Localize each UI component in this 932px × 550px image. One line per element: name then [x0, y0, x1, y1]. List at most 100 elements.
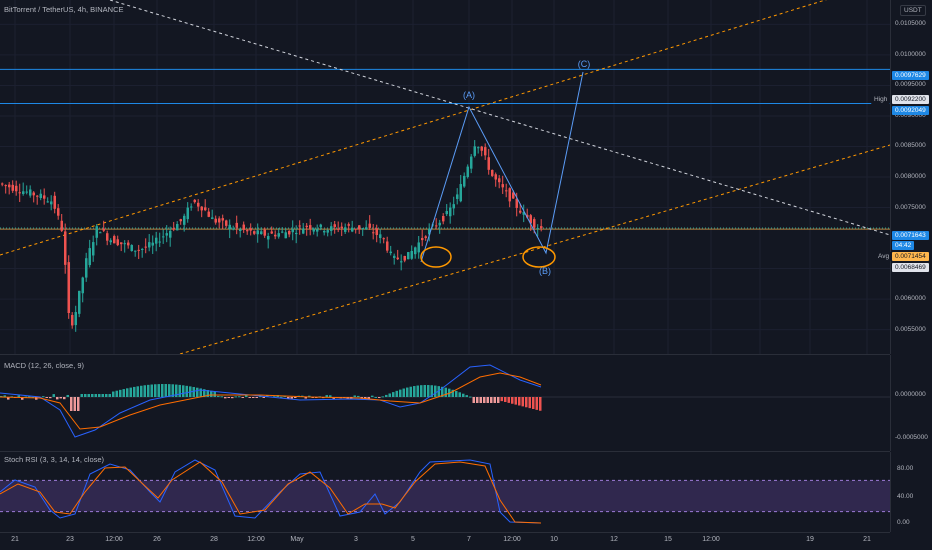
- price-chart-pane[interactable]: BitTorrent / TetherUS, 4h, BINANCE (A) (…: [0, 0, 890, 355]
- candle-body: [407, 252, 410, 260]
- currency-selector[interactable]: USDT: [900, 5, 926, 16]
- price-chart-canvas[interactable]: [0, 0, 890, 354]
- rsi-scale-label: 40.00: [897, 493, 914, 500]
- candle-body: [8, 184, 11, 188]
- macd-histogram-bar: [98, 394, 101, 397]
- macd-histogram-bar: [56, 397, 59, 400]
- candle-body: [330, 226, 333, 231]
- candle-body: [459, 184, 462, 202]
- candle-body: [463, 175, 466, 187]
- macd-histogram-bar: [381, 396, 384, 398]
- macd-histogram-bar: [465, 395, 468, 397]
- candle-body: [162, 236, 165, 238]
- macd-histogram-bar: [129, 387, 132, 397]
- descending-trend-line: [109, 0, 890, 236]
- candle-body: [71, 315, 74, 326]
- candle-body: [435, 225, 438, 227]
- candle-body: [393, 255, 396, 258]
- candle-body: [4, 185, 7, 187]
- candle-body: [221, 218, 224, 221]
- wave-label-b: (B): [539, 266, 551, 276]
- level-a-price-tag: 0.0092049: [892, 106, 929, 115]
- macd-histogram-bar: [73, 397, 76, 411]
- candle-body: [354, 228, 357, 230]
- time-label: 23: [66, 536, 74, 543]
- time-axis[interactable]: [0, 533, 890, 550]
- macd-histogram-bar: [115, 390, 118, 397]
- macd-histogram-bar: [371, 395, 374, 397]
- stoch-rsi-scale[interactable]: 80.00 40.00 0.00: [890, 452, 932, 532]
- candle-body: [498, 178, 501, 183]
- candle-body: [326, 230, 329, 233]
- macd-scale[interactable]: 0.0000000 -0.0005000: [890, 355, 932, 451]
- candle-body: [288, 230, 291, 235]
- macd-histogram-bar: [168, 384, 171, 397]
- candle-body: [155, 237, 158, 244]
- support-circle-marker: [420, 246, 452, 268]
- macd-histogram-bar: [122, 389, 125, 397]
- candle-body: [225, 220, 228, 226]
- candle-body: [18, 192, 21, 194]
- candle-body: [358, 225, 361, 230]
- macd-histogram-bar: [399, 389, 402, 397]
- candle-body: [43, 195, 46, 199]
- candle-body: [505, 190, 508, 192]
- macd-histogram-bar: [514, 397, 517, 405]
- symbol-title: BitTorrent / TetherUS, 4h, BINANCE: [4, 5, 124, 14]
- candle-body: [39, 193, 42, 199]
- candle-body: [501, 184, 504, 188]
- time-label: 26: [153, 536, 161, 543]
- stoch-rsi-canvas[interactable]: [0, 452, 890, 532]
- candle-body: [473, 146, 476, 156]
- macd-histogram-bar: [108, 394, 111, 397]
- candle-body: [214, 218, 217, 223]
- macd-histogram-bar: [126, 388, 129, 397]
- candle-body: [116, 239, 119, 246]
- macd-histogram-bar: [164, 384, 167, 397]
- price-scale[interactable]: 0.0105000 0.0100000 0.0095000 0.0090000 0.00…: [890, 0, 932, 354]
- macd-pane[interactable]: MACD (12, 26, close, 9): [0, 355, 890, 452]
- candle-body: [312, 228, 315, 232]
- macd-histogram-bar: [420, 385, 423, 397]
- price-scale-label: 0.0055000: [895, 325, 926, 333]
- macd-histogram-bar: [17, 395, 20, 397]
- candle-body: [144, 246, 147, 248]
- candle-body: [249, 228, 252, 231]
- stoch-rsi-pane[interactable]: Stoch RSI (3, 3, 14, 14, close): [0, 452, 890, 533]
- candle-body: [333, 224, 336, 227]
- bar-countdown: 04:42: [892, 241, 915, 250]
- stoch-rsi-band: [0, 480, 890, 512]
- candle-body: [211, 217, 214, 219]
- candle-body: [109, 240, 112, 243]
- candle-body: [351, 227, 354, 232]
- candle-body: [232, 228, 235, 230]
- candle-body: [389, 251, 392, 254]
- macd-histogram-bar: [143, 385, 146, 397]
- macd-histogram-bar: [231, 397, 234, 399]
- time-label: 3: [354, 536, 358, 543]
- candle-body: [193, 199, 196, 203]
- low-price-tag: 0.0068469: [892, 263, 929, 272]
- macd-histogram-bar: [42, 396, 45, 398]
- macd-histogram-bar: [525, 397, 528, 408]
- candle-body: [78, 290, 81, 314]
- level-c-price-tag: 0.0097629: [892, 71, 929, 80]
- time-label: 7: [467, 536, 471, 543]
- macd-histogram-bar: [507, 397, 510, 403]
- macd-histogram-bar: [154, 384, 157, 397]
- candle-body: [508, 188, 511, 202]
- macd-histogram-bar: [476, 397, 479, 403]
- high-price-tag: 0.0092200: [892, 95, 929, 104]
- rsi-scale-label: 80.00: [897, 465, 914, 472]
- macd-histogram-bar: [182, 385, 185, 397]
- candle-body: [253, 231, 256, 234]
- macd-histogram-bar: [378, 397, 381, 398]
- macd-histogram-bar: [388, 393, 391, 397]
- macd-histogram-bar: [402, 388, 405, 397]
- macd-histogram-bar: [105, 394, 108, 397]
- macd-canvas[interactable]: [0, 355, 890, 451]
- upper-channel-line: [0, 0, 827, 256]
- candle-body: [417, 242, 420, 253]
- macd-histogram-bar: [479, 397, 482, 403]
- candle-body: [88, 248, 91, 266]
